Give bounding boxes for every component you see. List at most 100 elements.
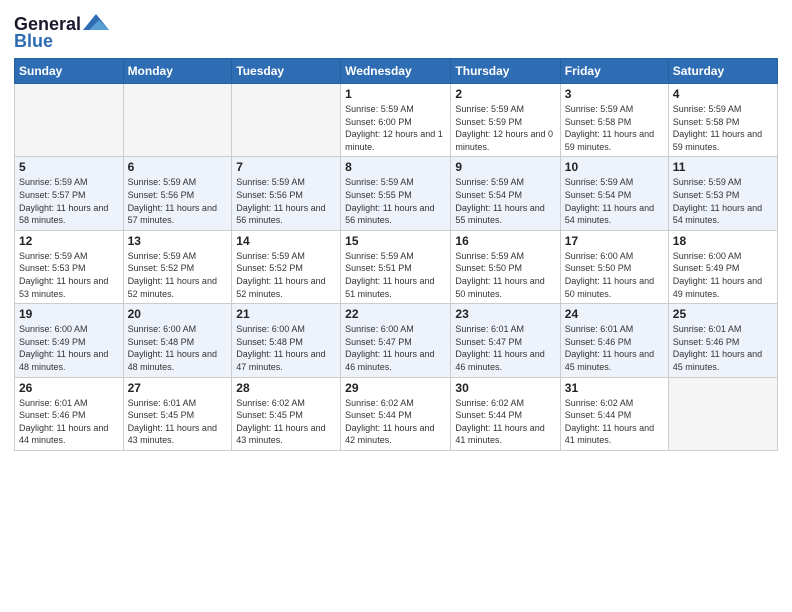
day-info: Sunrise: 5:59 AMSunset: 5:54 PMDaylight:… (455, 176, 555, 226)
day-cell: 4 Sunrise: 5:59 AMSunset: 5:58 PMDaylight… (668, 84, 777, 157)
day-number: 12 (19, 234, 119, 248)
day-cell: 22 Sunrise: 6:00 AMSunset: 5:47 PMDayligh… (341, 304, 451, 377)
day-info: Sunrise: 6:00 AMSunset: 5:48 PMDaylight:… (236, 323, 336, 373)
day-info: Sunrise: 6:00 AMSunset: 5:48 PMDaylight:… (128, 323, 228, 373)
day-number: 24 (565, 307, 664, 321)
day-cell (123, 84, 232, 157)
day-cell: 7 Sunrise: 5:59 AMSunset: 5:56 PMDaylight… (232, 157, 341, 230)
day-number: 15 (345, 234, 446, 248)
day-cell: 5 Sunrise: 5:59 AMSunset: 5:57 PMDaylight… (15, 157, 124, 230)
day-cell: 20 Sunrise: 6:00 AMSunset: 5:48 PMDayligh… (123, 304, 232, 377)
day-cell (15, 84, 124, 157)
weekday-header-thursday: Thursday (451, 59, 560, 84)
day-info: Sunrise: 6:01 AMSunset: 5:45 PMDaylight:… (128, 397, 228, 447)
weekday-header-sunday: Sunday (15, 59, 124, 84)
day-number: 5 (19, 160, 119, 174)
day-info: Sunrise: 6:00 AMSunset: 5:47 PMDaylight:… (345, 323, 446, 373)
day-number: 21 (236, 307, 336, 321)
day-number: 22 (345, 307, 446, 321)
week-row-2: 5 Sunrise: 5:59 AMSunset: 5:57 PMDaylight… (15, 157, 778, 230)
weekday-header-friday: Friday (560, 59, 668, 84)
day-cell: 10Sunrise: 5:59 AMSunset: 5:54 PMDayligh… (560, 157, 668, 230)
day-info: Sunrise: 5:59 AMSunset: 5:53 PMDaylight:… (19, 250, 119, 300)
day-cell: 15Sunrise: 5:59 AMSunset: 5:51 PMDayligh… (341, 230, 451, 303)
day-info: Sunrise: 5:59 AMSunset: 5:55 PMDaylight:… (345, 176, 446, 226)
day-info: Sunrise: 6:01 AMSunset: 5:47 PMDaylight:… (455, 323, 555, 373)
day-info: Sunrise: 5:59 AMSunset: 5:58 PMDaylight:… (673, 103, 773, 153)
day-info: Sunrise: 6:02 AMSunset: 5:44 PMDaylight:… (345, 397, 446, 447)
day-cell: 18 Sunrise: 6:00 AMSunset: 5:49 PMDayligh… (668, 230, 777, 303)
day-info: Sunrise: 5:59 AMSunset: 5:56 PMDaylight:… (128, 176, 228, 226)
day-cell: 3 Sunrise: 5:59 AMSunset: 5:58 PMDaylight… (560, 84, 668, 157)
day-info: Sunrise: 5:59 AMSunset: 5:57 PMDaylight:… (19, 176, 119, 226)
day-cell (668, 377, 777, 450)
day-number: 4 (673, 87, 773, 101)
day-number: 1 (345, 87, 446, 101)
day-info: Sunrise: 5:59 AMSunset: 5:56 PMDaylight:… (236, 176, 336, 226)
page: General Blue SundayMondayTuesdayWednesda… (0, 0, 792, 612)
day-number: 16 (455, 234, 555, 248)
week-row-3: 12 Sunrise: 5:59 AMSunset: 5:53 PMDayligh… (15, 230, 778, 303)
day-number: 7 (236, 160, 336, 174)
day-number: 9 (455, 160, 555, 174)
day-number: 19 (19, 307, 119, 321)
day-info: Sunrise: 5:59 AMSunset: 5:50 PMDaylight:… (455, 250, 555, 300)
week-row-5: 26 Sunrise: 6:01 AMSunset: 5:46 PMDayligh… (15, 377, 778, 450)
day-info: Sunrise: 6:02 AMSunset: 5:45 PMDaylight:… (236, 397, 336, 447)
day-cell: 17Sunrise: 6:00 AMSunset: 5:50 PMDayligh… (560, 230, 668, 303)
day-cell: 29 Sunrise: 6:02 AMSunset: 5:44 PMDayligh… (341, 377, 451, 450)
day-cell: 6Sunrise: 5:59 AMSunset: 5:56 PMDaylight… (123, 157, 232, 230)
day-number: 18 (673, 234, 773, 248)
day-number: 29 (345, 381, 446, 395)
day-info: Sunrise: 6:01 AMSunset: 5:46 PMDaylight:… (565, 323, 664, 373)
day-info: Sunrise: 6:01 AMSunset: 5:46 PMDaylight:… (673, 323, 773, 373)
weekday-header-monday: Monday (123, 59, 232, 84)
day-number: 14 (236, 234, 336, 248)
day-cell: 27Sunrise: 6:01 AMSunset: 5:45 PMDayligh… (123, 377, 232, 450)
day-number: 23 (455, 307, 555, 321)
day-cell: 24 Sunrise: 6:01 AMSunset: 5:46 PMDayligh… (560, 304, 668, 377)
day-info: Sunrise: 6:00 AMSunset: 5:49 PMDaylight:… (673, 250, 773, 300)
day-number: 10 (565, 160, 664, 174)
day-cell: 1 Sunrise: 5:59 AMSunset: 6:00 PMDaylight… (341, 84, 451, 157)
day-cell (232, 84, 341, 157)
day-cell: 8 Sunrise: 5:59 AMSunset: 5:55 PMDaylight… (341, 157, 451, 230)
day-number: 8 (345, 160, 446, 174)
day-info: Sunrise: 5:59 AMSunset: 5:53 PMDaylight:… (673, 176, 773, 226)
day-info: Sunrise: 5:59 AMSunset: 5:58 PMDaylight:… (565, 103, 664, 153)
day-cell: 31Sunrise: 6:02 AMSunset: 5:44 PMDayligh… (560, 377, 668, 450)
weekday-header-row: SundayMondayTuesdayWednesdayThursdayFrid… (15, 59, 778, 84)
logo-blue-text: Blue (14, 31, 53, 52)
day-cell: 23 Sunrise: 6:01 AMSunset: 5:47 PMDayligh… (451, 304, 560, 377)
day-cell: 14 Sunrise: 5:59 AMSunset: 5:52 PMDayligh… (232, 230, 341, 303)
weekday-header-tuesday: Tuesday (232, 59, 341, 84)
day-number: 20 (128, 307, 228, 321)
day-cell: 9 Sunrise: 5:59 AMSunset: 5:54 PMDaylight… (451, 157, 560, 230)
day-info: Sunrise: 6:01 AMSunset: 5:46 PMDaylight:… (19, 397, 119, 447)
day-cell: 21 Sunrise: 6:00 AMSunset: 5:48 PMDayligh… (232, 304, 341, 377)
calendar: SundayMondayTuesdayWednesdayThursdayFrid… (14, 58, 778, 451)
day-cell: 11 Sunrise: 5:59 AMSunset: 5:53 PMDayligh… (668, 157, 777, 230)
day-info: Sunrise: 5:59 AMSunset: 6:00 PMDaylight:… (345, 103, 446, 153)
day-cell: 2 Sunrise: 5:59 AMSunset: 5:59 PMDaylight… (451, 84, 560, 157)
day-number: 17 (565, 234, 664, 248)
day-number: 13 (128, 234, 228, 248)
day-number: 11 (673, 160, 773, 174)
day-info: Sunrise: 5:59 AMSunset: 5:52 PMDaylight:… (236, 250, 336, 300)
logo: General Blue (14, 14, 109, 52)
header: General Blue (14, 10, 778, 52)
day-cell: 19 Sunrise: 6:00 AMSunset: 5:49 PMDayligh… (15, 304, 124, 377)
logo-icon (83, 12, 109, 34)
weekday-header-wednesday: Wednesday (341, 59, 451, 84)
day-info: Sunrise: 6:02 AMSunset: 5:44 PMDaylight:… (455, 397, 555, 447)
week-row-1: 1 Sunrise: 5:59 AMSunset: 6:00 PMDaylight… (15, 84, 778, 157)
day-number: 30 (455, 381, 555, 395)
day-number: 3 (565, 87, 664, 101)
day-number: 28 (236, 381, 336, 395)
day-number: 26 (19, 381, 119, 395)
day-info: Sunrise: 5:59 AMSunset: 5:59 PMDaylight:… (455, 103, 555, 153)
day-cell: 25Sunrise: 6:01 AMSunset: 5:46 PMDayligh… (668, 304, 777, 377)
weekday-header-saturday: Saturday (668, 59, 777, 84)
day-number: 2 (455, 87, 555, 101)
day-info: Sunrise: 6:00 AMSunset: 5:49 PMDaylight:… (19, 323, 119, 373)
